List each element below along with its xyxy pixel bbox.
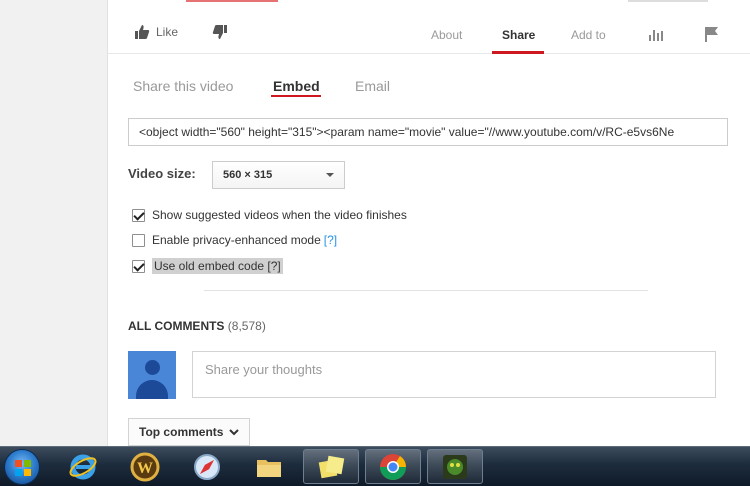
tab-add-to[interactable]: Add to — [571, 28, 606, 42]
sort-label: Top comments — [139, 425, 224, 439]
game-icon[interactable] — [427, 449, 483, 484]
suggested-videos-label: Show suggested videos when the video fin… — [152, 208, 407, 222]
video-size-value: 560 × 315 — [223, 169, 273, 181]
flag-icon — [705, 27, 718, 42]
old-embed-help-link[interactable]: [?] — [267, 259, 280, 273]
comment-input[interactable]: Share your thoughts — [192, 351, 716, 398]
video-size-label: Video size: — [128, 166, 196, 181]
privacy-enhanced-label: Enable privacy-enhanced mode — [152, 233, 321, 247]
windows-logo-icon — [15, 460, 31, 476]
dislike-button[interactable] — [212, 24, 228, 45]
windows-taskbar: W — [0, 446, 750, 486]
option-old-embed-code: Use old embed code [?] — [132, 258, 283, 274]
chevron-down-icon — [229, 429, 240, 436]
start-orb[interactable] — [4, 449, 40, 485]
report-button[interactable] — [704, 26, 720, 47]
sticky-notes-icon[interactable] — [303, 449, 359, 484]
comments-count: (8,578) — [227, 319, 266, 333]
privacy-enhanced-checkbox[interactable] — [132, 233, 145, 247]
old-embed-code-label: Use old embed code — [154, 259, 265, 273]
option-privacy-enhanced: Enable privacy-enhanced mode [?] — [132, 233, 337, 247]
chevron-down-icon — [326, 173, 334, 177]
suggested-videos-checkbox[interactable] — [132, 208, 145, 222]
tab-share[interactable]: Share — [502, 28, 535, 42]
top-divider-remnant — [628, 0, 708, 2]
old-embed-code-checkbox[interactable] — [132, 259, 145, 273]
like-button[interactable]: Like — [134, 24, 178, 40]
avatar — [128, 351, 176, 399]
video-page-panel: Like About Share Add to Share this video… — [107, 0, 750, 446]
option-suggested-videos: Show suggested videos when the video fin… — [132, 208, 407, 222]
internet-explorer-icon[interactable] — [66, 449, 100, 484]
bar-chart-icon — [649, 30, 663, 41]
video-size-select[interactable]: 560 × 315 — [212, 161, 345, 189]
comments-heading: ALL COMMENTS (8,578) — [128, 319, 266, 333]
thumbs-up-icon — [135, 25, 150, 39]
subtab-email[interactable]: Email — [355, 78, 390, 94]
top-progress-remnant — [186, 0, 278, 2]
active-subtab-indicator — [271, 95, 321, 97]
avatar-head-shape — [145, 360, 160, 375]
tab-about[interactable]: About — [431, 28, 462, 42]
chrome-icon[interactable] — [365, 449, 421, 484]
section-divider — [204, 290, 648, 291]
svg-text:W: W — [137, 460, 153, 477]
active-tab-indicator — [492, 51, 544, 54]
subtab-embed[interactable]: Embed — [273, 78, 320, 94]
subtab-share-this-video[interactable]: Share this video — [133, 78, 233, 94]
world-of-warcraft-icon[interactable]: W — [128, 449, 162, 484]
comments-title: ALL COMMENTS — [128, 319, 225, 333]
old-embed-code-label-wrap: Use old embed code [?] — [152, 258, 283, 274]
safari-icon[interactable] — [190, 449, 224, 484]
action-bar: Like About Share Add to — [108, 14, 750, 54]
sort-comments-button[interactable]: Top comments — [128, 418, 250, 446]
avatar-body-shape — [136, 380, 168, 399]
thumbs-down-icon — [212, 25, 227, 39]
stats-button[interactable] — [648, 26, 664, 47]
embed-code-field[interactable]: <object width="560" height="315"><param … — [128, 118, 728, 146]
like-label: Like — [156, 25, 179, 39]
file-explorer-icon[interactable] — [252, 449, 286, 484]
privacy-help-link[interactable]: [?] — [324, 233, 337, 247]
